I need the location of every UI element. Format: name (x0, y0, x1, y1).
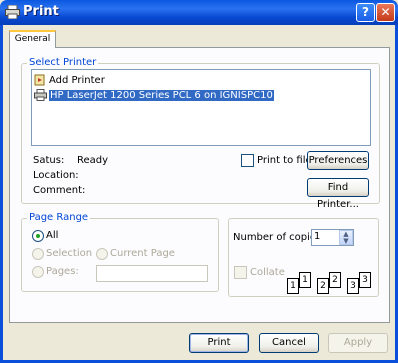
add-printer-icon (34, 74, 47, 86)
collate-checkbox[interactable] (234, 266, 247, 279)
printer-name: Add Printer (49, 75, 105, 86)
printer-list[interactable]: Add Printer HP LaserJet 1200 Series PCL … (31, 69, 371, 146)
location-label: Location: (33, 170, 79, 181)
collate-page: 1 (299, 272, 311, 288)
apply-button[interactable]: Apply (328, 333, 388, 353)
all-radio[interactable] (32, 230, 44, 242)
tab-general[interactable]: General (9, 30, 56, 48)
collate-page: 1 (287, 278, 299, 294)
all-label[interactable]: All (46, 230, 58, 242)
pages-input[interactable] (96, 265, 208, 282)
current-page-radio[interactable] (96, 248, 108, 260)
collate-pages-icon: 1 1 2 2 3 3 (287, 270, 375, 296)
select-printer-label: Select Printer (27, 57, 99, 69)
cancel-button[interactable]: Cancel (259, 333, 319, 353)
pages-label[interactable]: Pages: (46, 266, 79, 278)
print-to-file-label[interactable]: Print to file (257, 155, 312, 167)
collate-page: 3 (359, 272, 371, 288)
status-label: Satus: (33, 155, 65, 166)
collate-label[interactable]: Collate (250, 267, 285, 279)
collate-page: 3 (347, 278, 359, 294)
find-printer-button[interactable]: Find Printer... (307, 178, 369, 210)
status-value: Ready (77, 155, 109, 166)
current-page-label[interactable]: Current Page (110, 248, 175, 260)
radio-dot (36, 234, 40, 238)
selection-radio[interactable] (32, 248, 44, 260)
list-item-hp-laserjet[interactable]: HP LaserJet 1200 Series PCL 6 on IGNISPC… (34, 89, 274, 103)
help-button[interactable]: ? (356, 3, 375, 22)
printer-name: HP LaserJet 1200 Series PCL 6 on IGNISPC… (49, 90, 274, 101)
pages-radio[interactable] (32, 266, 44, 278)
preferences-button[interactable]: Preferences (307, 151, 369, 170)
copies-spinner[interactable]: ▲ ▼ (339, 230, 353, 245)
printer-icon (34, 89, 47, 101)
close-button[interactable]: ✕ (376, 3, 395, 22)
printer-icon (5, 4, 20, 20)
collate-page: 2 (329, 272, 341, 288)
list-item-add-printer[interactable]: Add Printer (34, 74, 105, 88)
collate-page: 2 (317, 278, 329, 294)
print-to-file-checkbox[interactable] (241, 154, 254, 167)
window-title: Print (23, 4, 59, 19)
print-button[interactable]: Print (189, 333, 249, 353)
page-range-label: Page Range (27, 212, 91, 224)
spin-down-icon[interactable]: ▼ (343, 237, 348, 245)
selection-label[interactable]: Selection (46, 248, 92, 260)
window-frame-left (0, 25, 3, 363)
title-bar[interactable]: Print ? ✕ (0, 0, 398, 25)
comment-label: Comment: (33, 185, 86, 196)
